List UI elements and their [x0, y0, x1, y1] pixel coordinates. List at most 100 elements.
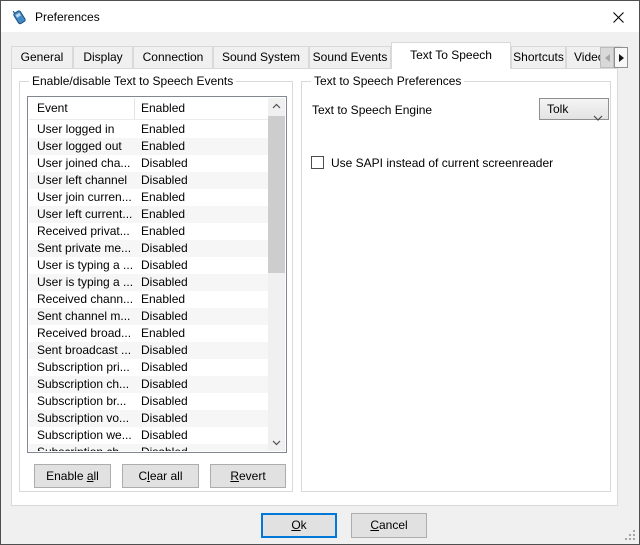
- event-cell: Received privat...: [29, 223, 135, 240]
- tts-engine-value: Tolk: [547, 102, 568, 116]
- event-cell: Subscription ch...: [29, 376, 135, 393]
- table-row[interactable]: Subscription we... Disabled: [29, 427, 268, 444]
- event-cell: Subscription pri...: [29, 359, 135, 376]
- enabled-cell: Enabled: [135, 325, 268, 342]
- enabled-cell: Enabled: [135, 223, 268, 240]
- tab-shortcuts[interactable]: Shortcuts: [511, 46, 566, 68]
- enabled-cell: Disabled: [135, 257, 268, 274]
- tts-engine-select[interactable]: Tolk: [539, 98, 609, 120]
- enabled-cell: Disabled: [135, 155, 268, 172]
- event-cell: User is typing a ...: [29, 274, 135, 291]
- table-row[interactable]: User left channel Disabled: [29, 172, 268, 189]
- clear-all-button[interactable]: Clear all: [122, 464, 199, 488]
- enabled-cell: Disabled: [135, 308, 268, 325]
- table-row[interactable]: User left current... Enabled: [29, 206, 268, 223]
- table-row[interactable]: Sent channel m... Disabled: [29, 308, 268, 325]
- table-row[interactable]: Sent broadcast ... Disabled: [29, 342, 268, 359]
- enabled-cell: Disabled: [135, 410, 268, 427]
- tab-general[interactable]: General: [11, 46, 73, 68]
- scroll-up-button[interactable]: [268, 98, 285, 114]
- table-body: User logged in Enabled User logged out E…: [29, 121, 268, 451]
- enabled-cell: Enabled: [135, 206, 268, 223]
- table-row[interactable]: Subscription ch... Disabled: [29, 376, 268, 393]
- table-row[interactable]: User logged in Enabled: [29, 121, 268, 138]
- close-button[interactable]: [602, 4, 634, 30]
- table-header: Event Enabled: [29, 98, 268, 120]
- sapi-checkbox-label: Use SAPI instead of current screenreader: [331, 156, 553, 170]
- vertical-scrollbar[interactable]: [268, 98, 285, 451]
- app-icon: [11, 8, 28, 25]
- table-row[interactable]: Subscription br... Disabled: [29, 393, 268, 410]
- table-row[interactable]: Subscription ch... Disabled: [29, 444, 268, 451]
- event-cell: Received chann...: [29, 291, 135, 308]
- enabled-cell: Disabled: [135, 359, 268, 376]
- column-header-enabled[interactable]: Enabled: [135, 98, 268, 119]
- enabled-cell: Disabled: [135, 427, 268, 444]
- table-row[interactable]: Subscription vo... Disabled: [29, 410, 268, 427]
- tab-display[interactable]: Display: [73, 46, 133, 68]
- enabled-cell: Disabled: [135, 444, 268, 451]
- column-header-event[interactable]: Event: [29, 98, 135, 119]
- tts-preferences-group-title: Text to Speech Preferences: [311, 74, 464, 88]
- tab-text-to-speech[interactable]: Text To Speech: [391, 42, 511, 69]
- chevron-down-icon: [593, 107, 603, 127]
- enabled-cell: Disabled: [135, 240, 268, 257]
- preferences-dialog: Preferences General Display Connection S…: [0, 0, 640, 545]
- cancel-button[interactable]: Cancel: [351, 513, 427, 538]
- arrow-left-icon: [605, 54, 610, 62]
- enabled-cell: Disabled: [135, 376, 268, 393]
- scroll-down-button[interactable]: [268, 435, 285, 451]
- ok-button[interactable]: Ok: [261, 513, 337, 538]
- arrow-right-icon: [619, 54, 624, 62]
- chevron-up-icon: [272, 103, 281, 109]
- table-row[interactable]: User is typing a ... Disabled: [29, 274, 268, 291]
- table-row[interactable]: User joined cha... Disabled: [29, 155, 268, 172]
- enable-all-button[interactable]: Enable all: [34, 464, 111, 488]
- enabled-cell: Disabled: [135, 393, 268, 410]
- enabled-cell: Disabled: [135, 342, 268, 359]
- table-row[interactable]: Subscription pri... Disabled: [29, 359, 268, 376]
- table-row[interactable]: User is typing a ... Disabled: [29, 257, 268, 274]
- table-row[interactable]: User join curren... Enabled: [29, 189, 268, 206]
- table-row[interactable]: Received privat... Enabled: [29, 223, 268, 240]
- enabled-cell: Enabled: [135, 189, 268, 206]
- tab-page-text-to-speech: Enable/disable Text to Speech Events Eve…: [11, 68, 618, 506]
- tab-sound-system[interactable]: Sound System: [213, 46, 309, 68]
- event-cell: Subscription ch...: [29, 444, 135, 451]
- titlebar: Preferences: [1, 1, 639, 32]
- sapi-checkbox[interactable]: [311, 156, 324, 169]
- tab-scroll-left-button[interactable]: [600, 47, 614, 68]
- tab-scroll-right-button[interactable]: [614, 47, 628, 68]
- enabled-cell: Enabled: [135, 291, 268, 308]
- tts-events-groupbox: Enable/disable Text to Speech Events Eve…: [19, 81, 293, 492]
- event-cell: User logged out: [29, 138, 135, 155]
- tab-sound-events[interactable]: Sound Events: [309, 46, 391, 68]
- event-cell: Sent broadcast ...: [29, 342, 135, 359]
- event-cell: Received broad...: [29, 325, 135, 342]
- event-cell: Subscription we...: [29, 427, 135, 444]
- revert-button[interactable]: Revert: [210, 464, 286, 488]
- event-cell: Subscription br...: [29, 393, 135, 410]
- enabled-cell: Disabled: [135, 172, 268, 189]
- event-cell: User is typing a ...: [29, 257, 135, 274]
- sapi-checkbox-row[interactable]: Use SAPI instead of current screenreader: [311, 155, 553, 170]
- tab-connection[interactable]: Connection: [133, 46, 213, 68]
- tts-preferences-groupbox: Text to Speech Preferences Text to Speec…: [301, 81, 611, 492]
- table-row[interactable]: User logged out Enabled: [29, 138, 268, 155]
- event-cell: User logged in: [29, 121, 135, 138]
- event-cell: User left current...: [29, 206, 135, 223]
- table-row[interactable]: Received chann... Enabled: [29, 291, 268, 308]
- engine-label: Text to Speech Engine: [312, 103, 432, 117]
- scrollbar-thumb[interactable]: [268, 116, 285, 273]
- table-row[interactable]: Sent private me... Disabled: [29, 240, 268, 257]
- tts-events-table: Event Enabled User logged in Enabled Use…: [27, 96, 287, 453]
- close-icon: [613, 12, 624, 23]
- event-cell: User joined cha...: [29, 155, 135, 172]
- table-row[interactable]: Received broad... Enabled: [29, 325, 268, 342]
- event-cell: User join curren...: [29, 189, 135, 206]
- event-cell: Sent channel m...: [29, 308, 135, 325]
- event-cell: Sent private me...: [29, 240, 135, 257]
- resize-grip-icon: [623, 528, 636, 541]
- resize-grip[interactable]: [623, 528, 636, 541]
- tts-events-group-title: Enable/disable Text to Speech Events: [29, 74, 236, 88]
